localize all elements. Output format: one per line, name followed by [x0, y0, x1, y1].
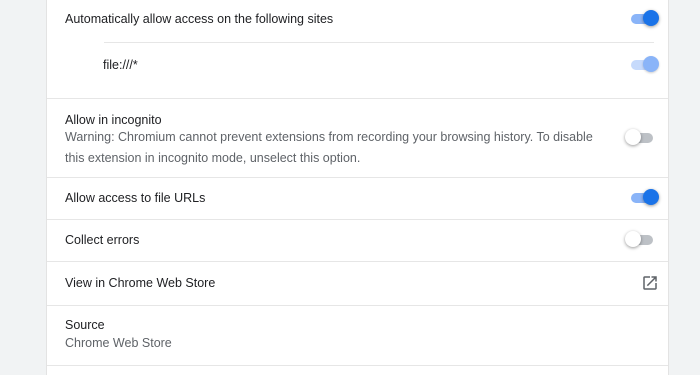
site-pattern-file: file:///*: [103, 58, 138, 72]
site-access-section: Automatically allow access on the follow…: [47, 0, 668, 99]
source-title: Source: [65, 318, 105, 332]
toggle-knob: [643, 10, 659, 26]
collect-errors-row: Collect errors: [47, 220, 668, 262]
open-in-new-icon[interactable]: [641, 274, 659, 292]
toggle-knob: [625, 129, 641, 145]
collect-errors-label: Collect errors: [65, 233, 140, 247]
extension-details-card: Automatically allow access on the follow…: [46, 0, 669, 375]
auto-allow-label: Automatically allow access on the follow…: [65, 12, 334, 26]
toggle-knob: [625, 231, 641, 247]
source-value: Chrome Web Store: [65, 336, 172, 350]
file-urls-label: Allow access to file URLs: [65, 191, 206, 205]
web-store-label: View in Chrome Web Store: [65, 276, 216, 290]
auto-allow-toggle[interactable]: [629, 9, 659, 29]
incognito-row: Allow in incognito Warning: Chromium can…: [47, 99, 668, 178]
incognito-toggle[interactable]: [625, 128, 655, 148]
collect-errors-toggle[interactable]: [625, 230, 655, 250]
toggle-knob: [643, 189, 659, 205]
site-file-toggle[interactable]: [629, 55, 659, 75]
file-urls-toggle[interactable]: [629, 188, 659, 208]
site-divider: [104, 42, 654, 43]
source-row: Source Chrome Web Store: [47, 306, 668, 366]
web-store-link-row[interactable]: View in Chrome Web Store: [47, 262, 668, 306]
incognito-warning: Warning: Chromium cannot prevent extensi…: [65, 130, 593, 165]
file-urls-row: Allow access to file URLs: [47, 178, 668, 220]
toggle-knob: [643, 56, 659, 72]
